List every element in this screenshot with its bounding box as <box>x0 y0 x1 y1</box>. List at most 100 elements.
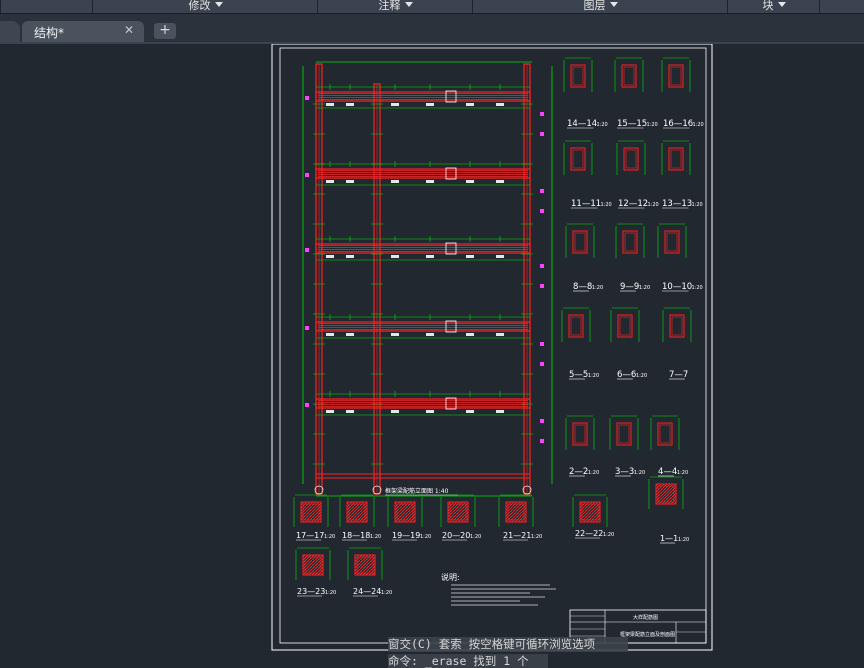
section-label: 5—5 <box>569 370 588 380</box>
section-label: 8—8 <box>573 282 592 292</box>
section-details: 14—14 1:20 15—15 1:20 16—16 1:2011—11 1:20 12—1… <box>293 57 704 597</box>
section-label: 18—18 <box>342 531 370 540</box>
section-detail: 21—21 1:20 <box>498 494 542 541</box>
section-scale: 1:20 <box>381 590 392 596</box>
chevron-down-icon <box>404 2 413 7</box>
ribbon-panel-label: 修改 <box>188 0 211 12</box>
section-detail: 5—5 1:20 <box>561 307 599 380</box>
section-detail: 17—17 1:20 <box>293 494 335 541</box>
title-block-project: 大样配筋图 <box>633 614 658 621</box>
tab-active-document[interactable]: 结构* ✕ <box>22 21 144 42</box>
ribbon-panel-bar: 修改 注释 图层 块 <box>0 0 864 14</box>
command-prompt-options: 窗交(C) 套索 按空格键可循环浏览选项 <box>388 637 628 652</box>
section-scale: 1:20 <box>325 590 336 596</box>
section-scale: 1:20 <box>693 122 704 128</box>
chevron-down-icon <box>777 2 786 7</box>
ribbon-panel-label: 块 <box>762 0 774 12</box>
ribbon-panel-layers[interactable]: 图层 <box>472 0 728 13</box>
chevron-down-icon <box>214 2 223 7</box>
section-detail: 18—18 1:20 <box>339 494 381 541</box>
section-scale: 1:20 <box>692 285 703 291</box>
section-detail: 10—10 1:20 <box>657 223 703 292</box>
section-detail: 13—13 1:20 <box>661 140 703 209</box>
section-label: 19—19 <box>392 531 420 540</box>
section-label: 15—15 <box>617 119 647 129</box>
section-label: 23—23 <box>297 587 325 596</box>
section-scale: 1:20 <box>324 534 335 540</box>
tab-label: 结构* <box>34 26 65 40</box>
title-block-drawing-name: 框架梁配筋立面及剖面图 <box>620 631 675 638</box>
section-detail: 11—11 1:20 <box>563 140 612 209</box>
section-label: 14—14 <box>567 119 597 129</box>
section-scale: 1:20 <box>639 285 650 291</box>
notes-title: 说明: <box>441 572 460 582</box>
section-scale: 1:20 <box>531 534 542 540</box>
close-icon[interactable]: ✕ <box>124 23 134 37</box>
section-label: 24—24 <box>353 587 381 596</box>
chevron-down-icon <box>609 2 618 7</box>
section-label: 3—3 <box>615 467 634 477</box>
section-detail: 24—24 1:20 <box>347 547 392 597</box>
section-scale: 1:20 <box>470 534 481 540</box>
section-label: 21—21 <box>503 531 531 540</box>
frame-elevation <box>302 61 553 497</box>
section-label: 13—13 <box>662 199 692 209</box>
section-detail: 8—8 1:20 <box>565 223 603 292</box>
section-scale: 1:20 <box>588 373 599 379</box>
section-scale: 1:20 <box>647 122 658 128</box>
document-tab-bar: 结构* ✕ + <box>0 14 864 44</box>
section-detail: 6—6 1:20 <box>610 307 647 380</box>
drawing-viewport[interactable]: 框架梁配筋立面图 1:40 14—14 1:20 15—15 1:20 16—16 1:2… <box>0 44 864 667</box>
section-detail: 23—23 1:20 <box>295 547 336 597</box>
section-label: 11—11 <box>571 199 601 209</box>
ribbon-panel-modify[interactable]: 修改 <box>92 0 318 13</box>
section-detail: 16—16 1:20 <box>661 57 704 129</box>
ribbon-panel-home[interactable] <box>0 0 93 13</box>
general-notes: 说明: <box>441 572 556 606</box>
section-scale: 1:20 <box>636 373 647 379</box>
section-label: 16—16 <box>663 119 693 129</box>
section-detail: 14—14 1:20 <box>563 57 608 129</box>
section-label: 6—6 <box>617 370 636 380</box>
section-detail: 2—2 1:20 <box>565 415 599 477</box>
elevation-caption: 框架梁配筋立面图 1:40 <box>385 487 449 495</box>
section-detail: 12—12 1:20 <box>616 140 659 209</box>
section-scale: 1:20 <box>692 202 703 208</box>
ribbon-panel-block[interactable]: 块 <box>727 0 820 13</box>
section-scale: 1:20 <box>634 470 645 476</box>
section-detail: 19—19 1:20 <box>387 494 431 541</box>
section-scale: 1:20 <box>420 534 431 540</box>
paper-outer-border <box>271 44 713 651</box>
section-label: 4—4 <box>658 467 677 477</box>
section-label: 22—22 <box>575 529 603 538</box>
section-label: 2—2 <box>569 467 588 477</box>
section-detail: 9—9 1:20 <box>615 223 650 292</box>
section-scale: 1:20 <box>370 534 381 540</box>
new-tab-button[interactable]: + <box>154 23 176 39</box>
ribbon-panel-label: 注释 <box>378 0 401 12</box>
section-label: 1—1 <box>660 534 678 543</box>
section-scale: 1:20 <box>601 202 612 208</box>
section-label: 7—7 <box>669 370 688 380</box>
section-scale: 1:20 <box>677 470 688 476</box>
section-scale: 1:20 <box>588 470 599 476</box>
ribbon-panel-label: 图层 <box>583 0 606 12</box>
section-label: 17—17 <box>296 531 324 540</box>
section-label: 12—12 <box>618 199 648 209</box>
frame-beams <box>305 84 544 495</box>
section-label: 10—10 <box>662 282 692 292</box>
command-history-line[interactable]: 命令: _erase 找到 1 个 <box>388 654 548 668</box>
paper-inner-border <box>279 47 707 644</box>
ribbon-panel-more[interactable] <box>819 0 864 13</box>
section-detail: 1—1 1:20 <box>648 476 689 544</box>
section-scale: 1:20 <box>597 122 608 128</box>
ribbon-panel-annotate[interactable]: 注释 <box>317 0 473 13</box>
section-detail: 20—20 1:20 <box>440 494 481 541</box>
tab-previous-document[interactable] <box>0 21 20 42</box>
section-detail: 15—15 1:20 <box>614 57 658 129</box>
section-detail: 22—22 1:20 <box>572 494 614 539</box>
section-scale: 1:20 <box>648 202 659 208</box>
section-label: 9—9 <box>620 282 639 292</box>
section-detail: 4—4 1:20 <box>650 415 688 477</box>
section-scale: 1:20 <box>678 537 689 543</box>
